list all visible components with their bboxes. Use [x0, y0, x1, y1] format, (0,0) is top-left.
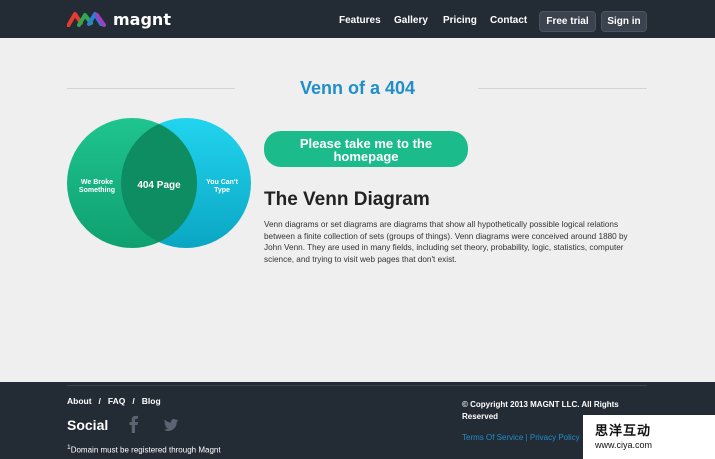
footer-link-about[interactable]: About	[67, 396, 92, 406]
domain-footnote: 1Domain must be registered through Magnt	[67, 444, 221, 455]
nav-pricing[interactable]: Pricing	[443, 15, 477, 26]
legal-links-separator: |	[525, 433, 528, 442]
top-navigation-bar: magnt Features Gallery Pricing Contact F…	[0, 0, 715, 38]
twitter-icon[interactable]	[163, 419, 179, 431]
footer-link-blog[interactable]: Blog	[142, 396, 161, 406]
footer-link-faq[interactable]: FAQ	[108, 396, 125, 406]
watermark-url: www.ciya.com	[595, 440, 653, 450]
venn-diagram: We Broke Something 404 Page You Can't Ty…	[67, 118, 251, 248]
nav-contact[interactable]: Contact	[490, 15, 527, 26]
venn-left-label-1: We Broke	[81, 179, 113, 186]
watermark-title: 思洋互动	[595, 423, 652, 438]
venn-right-label-2: Type	[214, 187, 230, 194]
page-title: Venn of a 404	[299, 78, 416, 98]
facebook-icon[interactable]	[127, 415, 139, 433]
sign-in-button[interactable]: Sign in	[601, 11, 647, 32]
venn-right-label-1: You Can't	[206, 179, 239, 186]
legal-links: Terms Of Service | Privacy Policy	[462, 433, 580, 442]
nav-gallery[interactable]: Gallery	[394, 15, 428, 26]
free-trial-button[interactable]: Free trial	[539, 11, 596, 32]
homepage-button[interactable]: Please take me to the homepage	[264, 131, 468, 167]
venn-center-label: 404 Page	[137, 180, 181, 191]
social-title: Social	[67, 417, 109, 433]
brand-logo[interactable]: magnt	[67, 9, 171, 29]
footnote-text: Domain must be registered through Magnt	[70, 445, 221, 455]
watermark: 思洋互动 www.ciya.com	[583, 415, 715, 459]
brand-name: magnt	[113, 9, 171, 29]
title-divider-left	[67, 88, 235, 89]
title-divider-right	[478, 88, 647, 89]
footer-link-separator: /	[132, 396, 135, 406]
section-heading: The Venn Diagram	[264, 189, 430, 210]
nav-features[interactable]: Features	[339, 15, 381, 26]
footer-link-separator: /	[98, 396, 101, 406]
magnt-logo-icon	[67, 12, 106, 27]
terms-of-service-link[interactable]: Terms Of Service	[462, 433, 523, 442]
section-description: Venn diagrams or set diagrams are diagra…	[264, 220, 628, 264]
privacy-policy-link[interactable]: Privacy Policy	[530, 433, 580, 442]
venn-left-label-2: Something	[79, 187, 115, 194]
homepage-button-line-2: homepage	[333, 149, 399, 164]
footer-links: About / FAQ / Blog	[67, 396, 161, 406]
footer-divider	[67, 385, 647, 386]
